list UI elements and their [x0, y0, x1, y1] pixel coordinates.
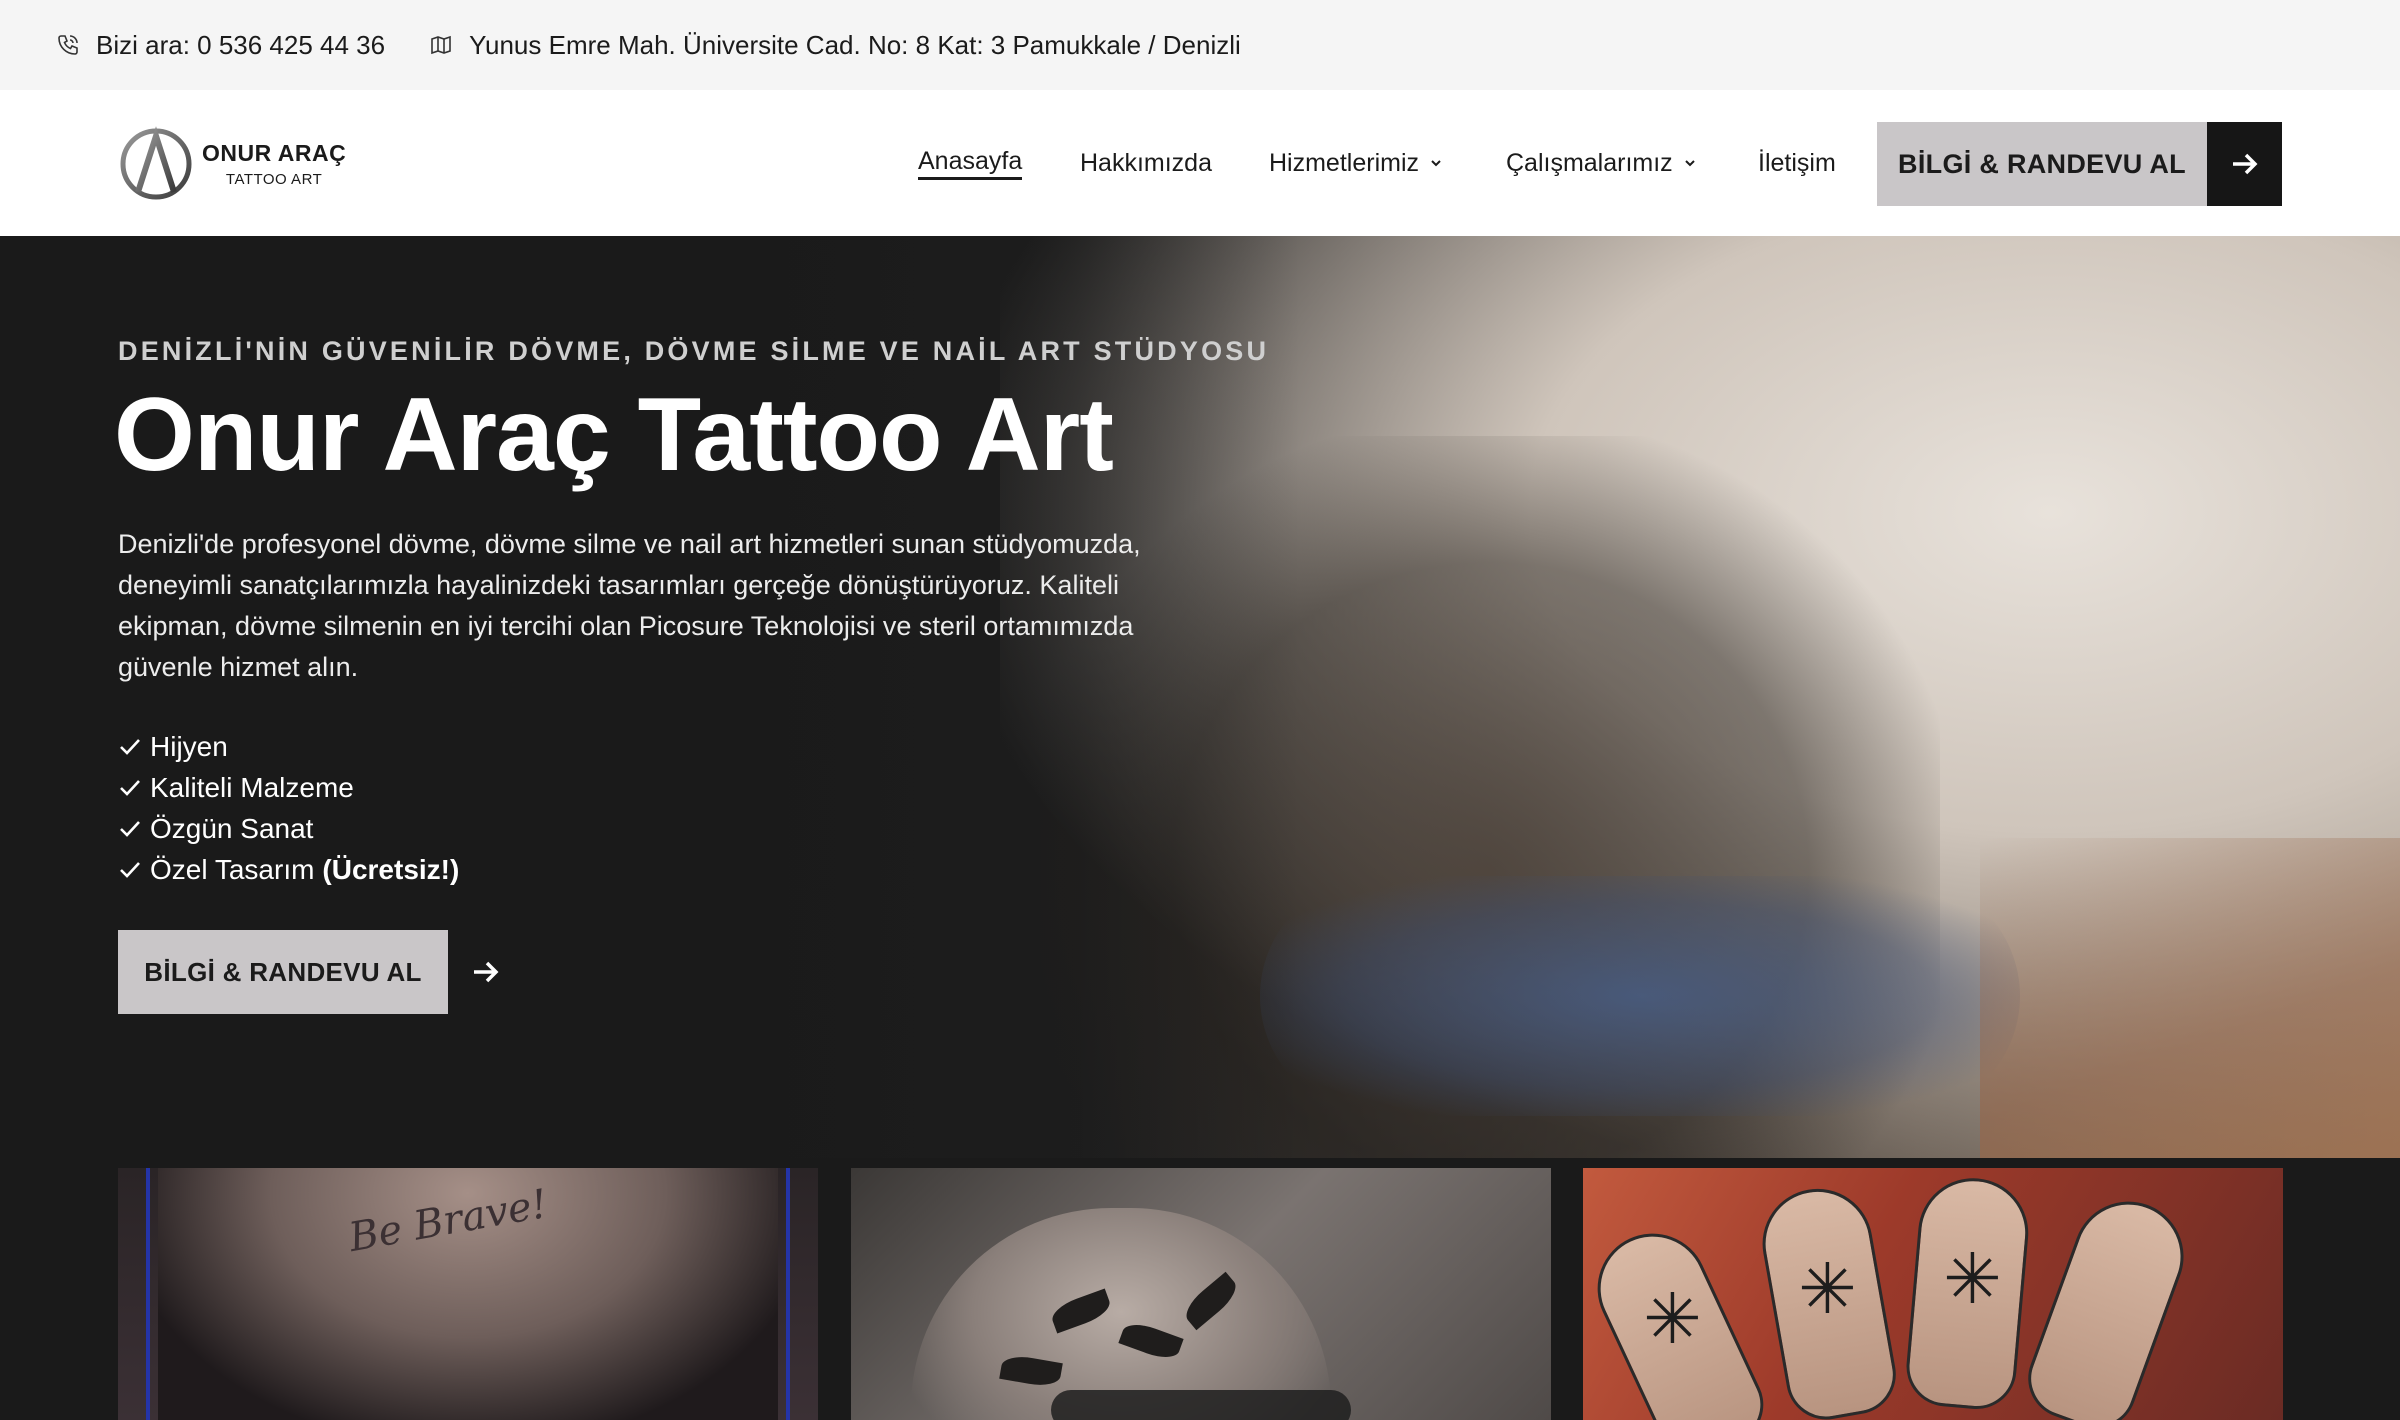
spiderweb-icon: ✳	[1798, 1250, 1857, 1328]
nav-item-iletisim[interactable]: İletişim	[1758, 146, 1836, 180]
arrow-right-icon	[2207, 122, 2282, 206]
hero-section: DENİZLİ'NİN GÜVENİLİR DÖVME, DÖVME SİLME…	[0, 236, 2400, 1158]
nav-item-anasayfa[interactable]: Anasayfa	[918, 146, 1023, 180]
chevron-down-icon	[1431, 160, 1441, 167]
topbar-address-text: Yunus Emre Mah. Üniversite Cad. No: 8 Ka…	[469, 29, 1241, 60]
hero-image-client	[1260, 876, 2020, 1116]
image-toolbar	[1051, 1390, 1351, 1420]
nav-item-hizmetlerimiz[interactable]: Hizmetlerimiz	[1269, 146, 1443, 180]
header-appointment-button[interactable]: BİLGİ & RANDEVU AL	[1877, 122, 2282, 206]
checklist-item: Hijyen	[118, 726, 459, 767]
checklist-text: Özgün Sanat	[150, 812, 314, 844]
spiderweb-icon: ✳	[1643, 1280, 1702, 1358]
nav-label: İletişim	[1758, 148, 1836, 177]
nav-label: Anasayfa	[918, 147, 1023, 175]
hero-eyebrow: DENİZLİ'NİN GÜVENİLİR DÖVME, DÖVME SİLME…	[118, 336, 1270, 366]
logo-name: ONUR ARAÇ	[202, 140, 347, 166]
nav-label: Hizmetlerimiz	[1269, 148, 1419, 177]
logo-mark-icon	[120, 126, 192, 200]
hero-appointment-button[interactable]: BİLGİ & RANDEVU AL	[118, 930, 523, 1014]
spiderweb-icon: ✳	[1943, 1240, 2002, 1318]
hero-checklist: Hijyen Kaliteli Malzeme Özgün Sanat Özel…	[118, 726, 459, 890]
logo-subtitle: TATTOO ART	[225, 171, 323, 188]
site-logo[interactable]: ONUR ARAÇ TATTOO ART	[118, 124, 346, 204]
frame-edge	[146, 1168, 150, 1420]
hero-appointment-label: BİLGİ & RANDEVU AL	[118, 930, 448, 1014]
header-appointment-label: BİLGİ & RANDEVU AL	[1877, 122, 2207, 206]
hero-overlay	[0, 236, 1300, 1158]
gallery-card-script-tattoo[interactable]: Be Brave!	[118, 1168, 818, 1420]
check-icon	[120, 861, 140, 878]
nail-shape	[2016, 1186, 2200, 1420]
phone-icon	[54, 31, 82, 59]
topbar-phone-text: Bizi ara: 0 536 425 44 36	[96, 29, 386, 60]
gallery-section: Be Brave! ✳ ✳ ✳	[0, 1158, 2400, 1420]
checklist-bold-text: (Ücretsiz!)	[322, 853, 460, 885]
chevron-down-icon	[1684, 160, 1695, 167]
checklist-text: Hijyen	[150, 730, 228, 762]
hero-description: Denizli'de profesyonel dövme, dövme silm…	[118, 529, 1141, 682]
check-icon	[120, 779, 140, 796]
topbar-address[interactable]: Yunus Emre Mah. Üniversite Cad. No: 8 Ka…	[427, 30, 1241, 61]
nav-item-calismalarimiz[interactable]: Çalışmalarımız	[1506, 146, 1697, 180]
checklist-text: Kaliteli Malzeme	[150, 771, 354, 803]
top-bar: Bizi ara: 0 536 425 44 36 Yunus Emre Mah…	[0, 0, 2400, 90]
map-icon	[427, 31, 455, 59]
check-icon	[120, 820, 140, 837]
nav-item-hakkimizda[interactable]: Hakkımızda	[1080, 146, 1212, 180]
checklist-item: Özel Tasarım (Ücretsiz!)	[118, 849, 459, 890]
hero-image-floor	[1980, 838, 2400, 1158]
nav-label: Çalışmalarımız	[1506, 148, 1673, 177]
nav-label: Hakkımızda	[1080, 148, 1212, 177]
check-icon	[120, 738, 140, 755]
gallery-card-nail-art[interactable]: ✳ ✳ ✳	[1583, 1168, 2283, 1420]
gallery-image	[911, 1208, 1331, 1420]
checklist-item: Özgün Sanat	[118, 808, 459, 849]
hero-title: Onur Araç Tattoo Art	[114, 377, 1114, 493]
gallery-card-floral-tattoo[interactable]	[851, 1168, 1551, 1420]
arrow-right-icon	[448, 930, 523, 1014]
checklist-text: Özel Tasarım	[150, 853, 315, 885]
topbar-phone[interactable]: Bizi ara: 0 536 425 44 36	[54, 30, 385, 61]
checklist-item: Kaliteli Malzeme	[118, 767, 459, 808]
site-header: ONUR ARAÇ TATTOO ART Anasayfa Hakkımızda…	[0, 90, 2400, 236]
frame-edge	[786, 1168, 790, 1420]
